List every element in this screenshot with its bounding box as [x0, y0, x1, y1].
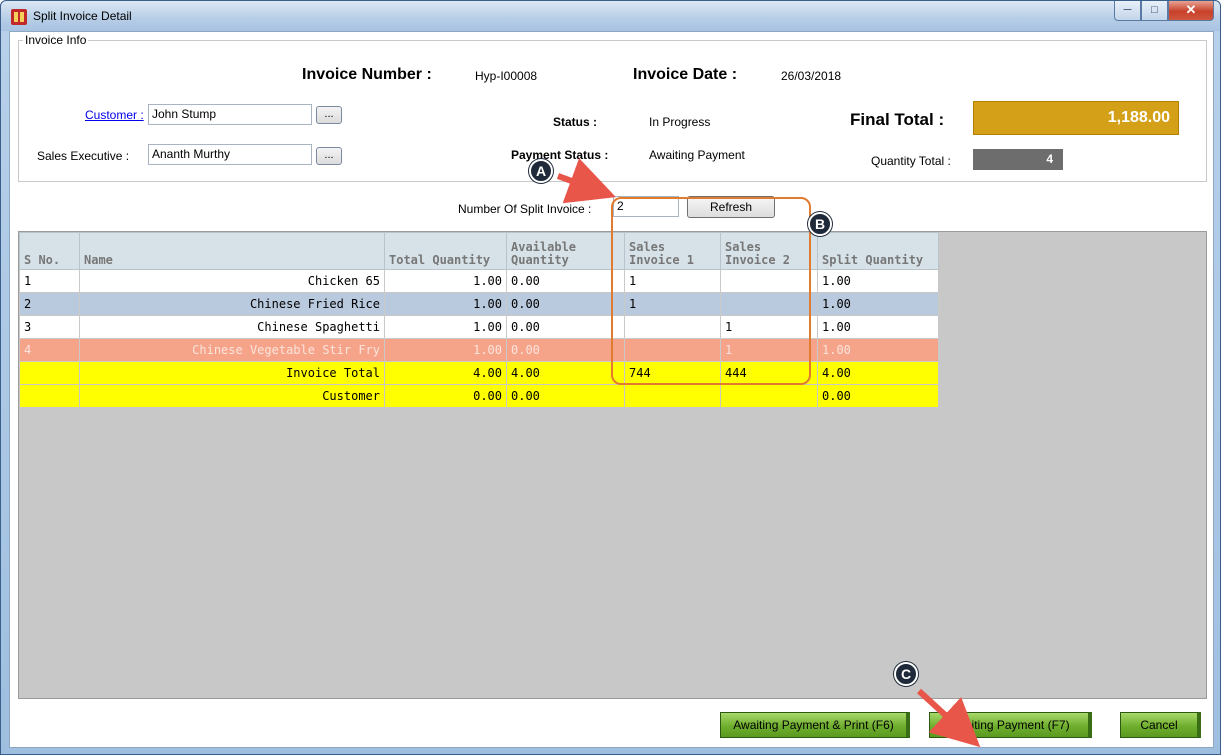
app-window: Split Invoice Detail ─ □ ✕ Invoice Info … [0, 0, 1221, 755]
highlight-box-b [611, 197, 811, 385]
annotation-c: C [894, 662, 918, 686]
annotation-a: A [529, 159, 553, 183]
arrow-a-icon [556, 158, 616, 204]
arrow-c-icon [916, 688, 981, 748]
annotation-b: B [808, 212, 832, 236]
